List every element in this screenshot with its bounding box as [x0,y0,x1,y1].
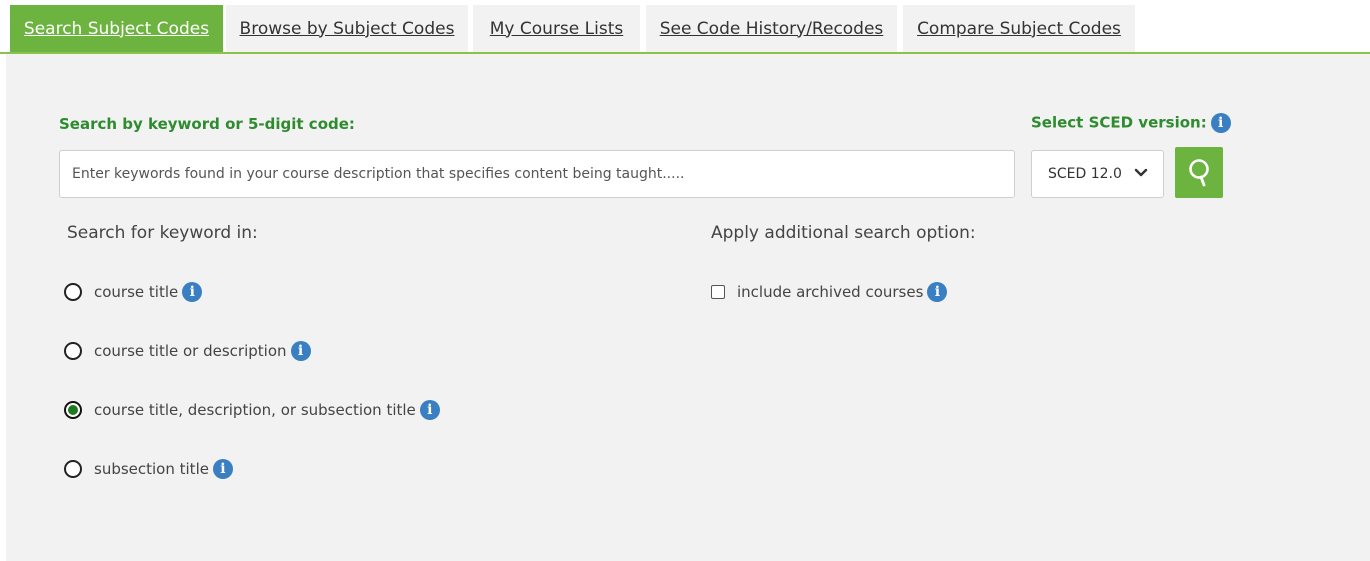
include-archived-checkbox[interactable] [711,285,725,299]
additional-options-heading: Apply additional search option: [711,223,976,243]
search-button[interactable] [1175,147,1223,198]
keyword-scope-heading: Search for keyword in: [67,223,258,243]
radio-label: course title, description, or subsection… [94,401,416,419]
radio-button[interactable] [64,460,82,478]
radio-subsection-title[interactable]: subsection title i [64,459,233,479]
radio-button[interactable] [64,342,82,360]
tab-search-subject-codes[interactable]: Search Subject Codes [10,5,223,52]
radio-button[interactable] [64,283,82,301]
info-icon[interactable]: i [290,341,311,361]
info-icon[interactable]: i [212,459,233,479]
radio-button-selected[interactable] [64,401,82,419]
version-label: Select SCED version: [1031,113,1207,132]
sced-version-select[interactable]: SCED 12.0 [1031,150,1164,198]
radio-course-title-or-description[interactable]: course title or description i [64,341,311,361]
chevron-down-icon [1134,168,1148,177]
tab-code-history-recodes[interactable]: See Code History/Recodes [646,5,897,52]
include-archived-label: include archived courses [737,283,924,301]
sced-version-value: SCED 12.0 [1048,166,1122,182]
version-label-group: Select SCED version: i [1031,113,1231,133]
info-icon[interactable]: i [927,282,948,302]
search-input[interactable] [59,150,1015,198]
search-panel: Search by keyword or 5-digit code: Selec… [6,54,1370,561]
tab-browse-by-subject-codes[interactable]: Browse by Subject Codes [226,5,468,52]
magnifier-icon [1189,158,1209,186]
tab-my-course-lists[interactable]: My Course Lists [473,5,640,52]
include-archived-option[interactable]: include archived courses i [711,282,948,302]
radio-label: subsection title [94,460,209,478]
tab-compare-subject-codes[interactable]: Compare Subject Codes [903,5,1135,52]
info-icon[interactable]: i [419,400,440,420]
radio-course-title[interactable]: course title i [64,282,203,302]
tab-bar: Search Subject Codes Browse by Subject C… [0,0,1370,54]
radio-label: course title or description [94,342,287,360]
radio-label: course title [94,283,179,301]
version-info-icon[interactable]: i [1210,113,1231,133]
search-label: Search by keyword or 5-digit code: [59,115,355,133]
info-icon[interactable]: i [182,282,203,302]
radio-title-description-subsection[interactable]: course title, description, or subsection… [64,400,440,420]
